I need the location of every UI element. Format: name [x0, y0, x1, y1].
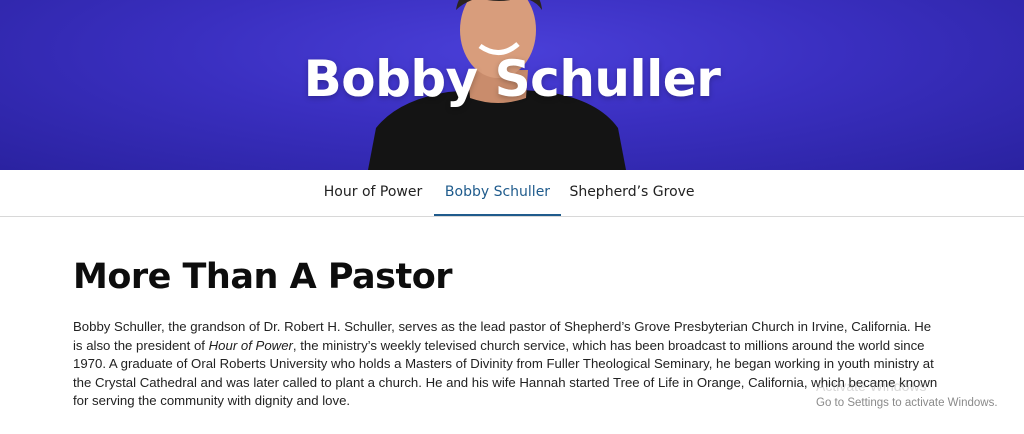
- tab-hour-of-power[interactable]: Hour of Power: [318, 170, 428, 216]
- tab-bobby-schuller[interactable]: Bobby Schuller: [434, 170, 561, 216]
- activation-watermark: Activate Windows Go to Settings to activ…: [816, 378, 998, 409]
- hero-banner: Bobby Schuller: [0, 0, 1024, 170]
- watermark-title: Activate Windows: [816, 378, 927, 394]
- watermark-subtitle: Go to Settings to activate Windows.: [816, 397, 998, 409]
- page-heading: More Than A Pastor: [73, 257, 453, 297]
- hero-title: Bobby Schuller: [303, 50, 721, 108]
- show-name: Hour of Power: [208, 337, 293, 353]
- section-nav: Hour of Power Bobby Schuller Shepherd’s …: [0, 170, 1024, 217]
- tab-shepherds-grove[interactable]: Shepherd’s Grove: [566, 170, 698, 216]
- bio-paragraph: Bobby Schuller, the grandson of Dr. Robe…: [73, 318, 943, 411]
